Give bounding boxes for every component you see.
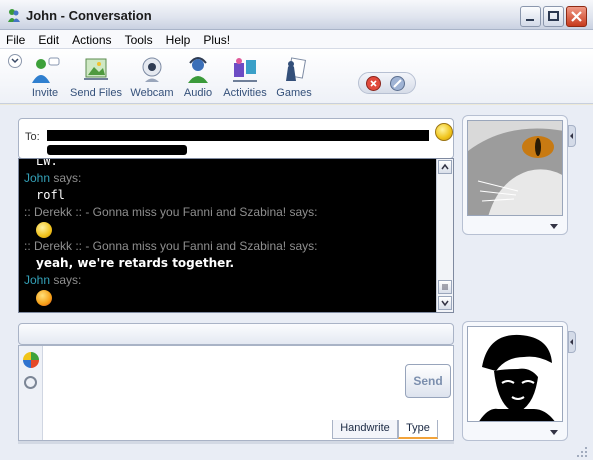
send-button[interactable]: Send bbox=[405, 364, 451, 398]
sender-says: says: bbox=[53, 171, 82, 185]
chevron-down-icon bbox=[441, 300, 449, 307]
chevron-left-icon bbox=[570, 133, 573, 139]
toolbar-invite-button[interactable]: Invite bbox=[28, 55, 62, 99]
my-display-picture[interactable] bbox=[462, 321, 568, 441]
tab-type[interactable]: Type bbox=[398, 420, 438, 439]
chat-history[interactable]: LW. John says: rofl :: Derekk :: - Gonna… bbox=[18, 158, 454, 313]
msn-butterfly-icon[interactable] bbox=[23, 352, 39, 368]
contact-display-picture[interactable] bbox=[462, 115, 568, 235]
minimize-icon bbox=[526, 19, 534, 21]
block-icon bbox=[370, 80, 377, 87]
wink-emoticon-icon bbox=[36, 222, 52, 238]
scroll-thumb[interactable] bbox=[438, 280, 452, 294]
block-button[interactable] bbox=[366, 76, 381, 91]
chat-scrollbar[interactable] bbox=[436, 159, 453, 312]
window-title: John - Conversation bbox=[26, 8, 152, 23]
display-picture-button[interactable] bbox=[390, 76, 405, 91]
webcam-icon bbox=[142, 57, 162, 82]
chat-line bbox=[24, 289, 434, 306]
chevron-down-icon[interactable] bbox=[549, 223, 559, 231]
menu-file[interactable]: File bbox=[2, 30, 29, 47]
send-files-icon bbox=[84, 58, 108, 80]
toolbar-webcam-button[interactable]: Webcam bbox=[130, 55, 174, 99]
redacted-contact-name bbox=[47, 130, 429, 141]
input-side-buttons bbox=[19, 346, 43, 440]
sender-says: says: bbox=[53, 273, 82, 287]
resize-grip-icon[interactable] bbox=[575, 445, 589, 457]
sender-name: John bbox=[24, 273, 51, 287]
to-field: To: bbox=[18, 118, 454, 159]
menu-plus[interactable]: Plus! bbox=[199, 30, 234, 47]
contact-avatar bbox=[467, 120, 563, 216]
chat-line: rofl bbox=[24, 187, 434, 204]
che-portrait-picture bbox=[468, 327, 562, 421]
menu-edit[interactable]: Edit bbox=[34, 30, 63, 47]
scroll-down-button[interactable] bbox=[438, 296, 452, 310]
chevron-down-icon[interactable] bbox=[549, 429, 559, 437]
chat-line bbox=[24, 221, 434, 238]
collapse-my-pane-button[interactable] bbox=[568, 331, 576, 353]
toolbar-activities-button[interactable]: Activities bbox=[222, 55, 268, 99]
games-icon bbox=[286, 57, 307, 81]
chevron-left-icon bbox=[570, 339, 573, 345]
menu-bar: File Edit Actions Tools Help Plus! bbox=[0, 30, 593, 49]
toolbar-activities-label: Activities bbox=[223, 87, 267, 99]
toolbar-audio-label: Audio bbox=[183, 87, 213, 99]
sender-name: :: Derekk :: - Gonna miss you Fanni and … bbox=[24, 239, 318, 253]
toolbar-audio-button[interactable]: Audio bbox=[182, 55, 214, 99]
message-text: LW. bbox=[36, 158, 58, 168]
chat-line: :: Derekk :: - Gonna miss you Fanni and … bbox=[24, 204, 434, 221]
chevron-down-icon bbox=[11, 58, 19, 64]
minimize-button[interactable] bbox=[520, 6, 541, 27]
redacted-contact-status bbox=[47, 145, 187, 155]
invite-icon bbox=[32, 57, 60, 83]
grip-lines-icon bbox=[442, 284, 448, 290]
chat-line: John says: bbox=[24, 272, 434, 289]
maximize-button[interactable] bbox=[543, 6, 564, 27]
conversation-pane: To: LW. John says: rofl :: Derekk :: - G… bbox=[0, 105, 593, 460]
toolbar-send-files-label: Send Files bbox=[70, 87, 122, 99]
toolbar-extra-buttons bbox=[358, 72, 416, 94]
title-bar: John - Conversation bbox=[0, 0, 593, 30]
chat-line: yeah, we're retards together. bbox=[24, 255, 434, 272]
input-format-toolbar bbox=[18, 323, 454, 345]
sender-name: :: Derekk :: - Gonna miss you Fanni and … bbox=[24, 205, 318, 219]
message-text: yeah, we're retards together. bbox=[36, 256, 235, 270]
activities-icon bbox=[233, 58, 257, 82]
toolbar-toggle-button[interactable] bbox=[8, 54, 22, 68]
smile-emoticon-icon bbox=[435, 123, 453, 141]
close-button[interactable] bbox=[566, 6, 587, 27]
toolbar: Invite Send Files Webcam Audio Activitie… bbox=[0, 49, 593, 104]
toolbar-games-button[interactable]: Games bbox=[276, 55, 312, 99]
menu-help[interactable]: Help bbox=[162, 30, 195, 47]
chat-line: LW. bbox=[24, 158, 434, 170]
collapse-contact-pane-button[interactable] bbox=[568, 125, 576, 147]
message-text: rofl bbox=[36, 188, 65, 202]
to-label: To: bbox=[25, 131, 40, 143]
tab-handwrite[interactable]: Handwrite bbox=[332, 420, 398, 439]
nudge-icon[interactable] bbox=[24, 376, 37, 389]
input-bottom-border bbox=[18, 441, 454, 444]
chat-line: John says: bbox=[24, 170, 434, 187]
messenger-icon bbox=[8, 9, 20, 22]
toolbar-webcam-label: Webcam bbox=[130, 87, 174, 99]
toolbar-invite-label: Invite bbox=[31, 87, 59, 99]
audio-icon bbox=[188, 57, 208, 83]
cat-eye-picture bbox=[468, 121, 562, 215]
maximize-icon bbox=[548, 11, 559, 21]
close-icon bbox=[571, 11, 582, 22]
chevron-up-icon bbox=[441, 163, 449, 170]
menu-tools[interactable]: Tools bbox=[121, 30, 157, 47]
paintbrush-icon bbox=[393, 79, 402, 88]
toolbar-games-label: Games bbox=[276, 87, 312, 99]
tongue-emoticon-icon bbox=[36, 290, 52, 306]
scroll-up-button[interactable] bbox=[438, 160, 452, 174]
toolbar-send-files-button[interactable]: Send Files bbox=[70, 55, 122, 99]
chat-line: :: Derekk :: - Gonna miss you Fanni and … bbox=[24, 238, 434, 255]
menu-actions[interactable]: Actions bbox=[68, 30, 115, 47]
sender-name: John bbox=[24, 171, 51, 185]
my-avatar bbox=[467, 326, 563, 422]
